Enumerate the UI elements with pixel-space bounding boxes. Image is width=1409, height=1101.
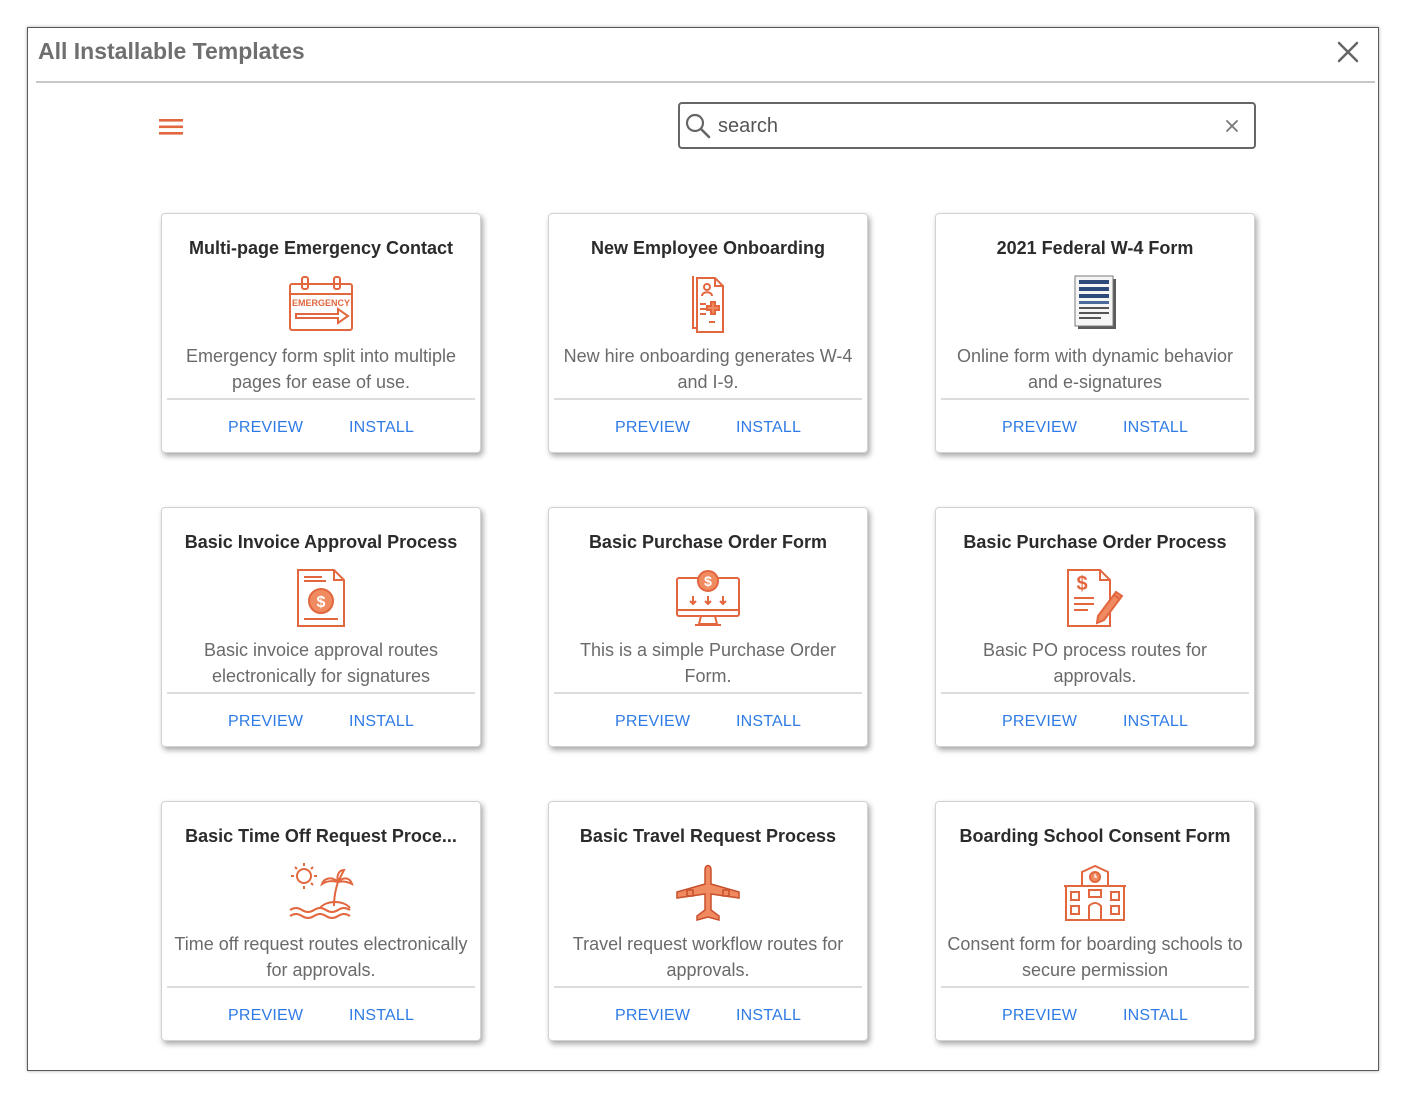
- preview-button[interactable]: PREVIEW: [228, 1007, 303, 1025]
- preview-button[interactable]: PREVIEW: [1002, 419, 1077, 437]
- card-actions: PREVIEW INSTALL: [162, 419, 480, 439]
- purchase-monitor-icon: $: [675, 568, 741, 628]
- dialog-header: All Installable Templates: [36, 28, 1375, 83]
- install-button[interactable]: INSTALL: [349, 1007, 414, 1025]
- search-icon: [684, 112, 712, 145]
- card-description: Online form with dynamic behavior and e-…: [956, 346, 1234, 392]
- template-card: Basic Purchase Order Form $ This is a si…: [548, 507, 868, 747]
- card-title: New Employee Onboarding: [590, 238, 826, 258]
- preview-button[interactable]: PREVIEW: [228, 419, 303, 437]
- card-description: New hire onboarding generates W-4 and I-…: [563, 346, 853, 392]
- card-actions: PREVIEW INSTALL: [162, 1007, 480, 1027]
- card-actions: PREVIEW INSTALL: [549, 1007, 867, 1027]
- card-actions: PREVIEW INSTALL: [162, 713, 480, 733]
- card-description: Basic PO process routes for approvals.: [982, 640, 1208, 686]
- invoice-icon: $: [288, 568, 354, 628]
- install-button[interactable]: INSTALL: [1123, 419, 1188, 437]
- card-description: Basic invoice approval routes electronic…: [203, 640, 439, 686]
- preview-button[interactable]: PREVIEW: [615, 419, 690, 437]
- school-building-icon: [1062, 862, 1128, 922]
- hamburger-menu-icon[interactable]: [157, 116, 185, 138]
- card-title: Basic Purchase Order Process: [963, 532, 1227, 552]
- card-actions: PREVIEW INSTALL: [549, 419, 867, 439]
- card-divider: [554, 692, 862, 694]
- onboarding-document-icon: [675, 274, 741, 334]
- card-divider: [554, 986, 862, 988]
- template-card: Basic Time Off Request Proce... Time off…: [161, 801, 481, 1041]
- close-icon[interactable]: [1335, 39, 1361, 65]
- card-description: This is a simple Purchase Order Form.: [579, 640, 837, 686]
- clear-icon[interactable]: [1224, 118, 1240, 134]
- template-card: Multi-page Emergency Contact EMERGENCY E…: [161, 213, 481, 453]
- emergency-calendar-icon: EMERGENCY: [288, 274, 354, 334]
- card-description: Consent form for boarding schools to sec…: [947, 934, 1243, 980]
- preview-button[interactable]: PREVIEW: [228, 713, 303, 731]
- template-card: Basic Travel Request Process Travel requ…: [548, 801, 868, 1041]
- preview-button[interactable]: PREVIEW: [1002, 713, 1077, 731]
- card-title: Boarding School Consent Form: [959, 826, 1231, 846]
- search-input[interactable]: [716, 110, 1210, 142]
- card-title: Multi-page Emergency Contact: [188, 238, 454, 258]
- card-actions: PREVIEW INSTALL: [549, 713, 867, 733]
- card-divider: [167, 398, 475, 400]
- install-button[interactable]: INSTALL: [736, 419, 801, 437]
- dialog-title: All Installable Templates: [38, 38, 305, 64]
- card-actions: PREVIEW INSTALL: [936, 419, 1254, 439]
- w4-document-icon: [1062, 274, 1128, 334]
- svg-text:$: $: [1076, 573, 1087, 595]
- card-divider: [941, 398, 1249, 400]
- card-title: Basic Travel Request Process: [579, 826, 837, 846]
- card-actions: PREVIEW INSTALL: [936, 1007, 1254, 1027]
- template-card: Basic Purchase Order Process $ Basic PO …: [935, 507, 1255, 747]
- install-button[interactable]: INSTALL: [736, 713, 801, 731]
- card-title: Basic Invoice Approval Process: [184, 532, 458, 552]
- install-button[interactable]: INSTALL: [1123, 1007, 1188, 1025]
- svg-text:$: $: [317, 594, 326, 611]
- install-button[interactable]: INSTALL: [736, 1007, 801, 1025]
- card-divider: [167, 986, 475, 988]
- island-sun-icon: [288, 862, 354, 922]
- search-box: [678, 102, 1256, 149]
- card-divider: [941, 986, 1249, 988]
- template-grid: Multi-page Emergency Contact EMERGENCY E…: [161, 213, 1255, 1041]
- card-description: Travel request workflow routes for appro…: [572, 934, 844, 980]
- template-card: Boarding School Consent Form Consent for…: [935, 801, 1255, 1041]
- install-button[interactable]: INSTALL: [1123, 713, 1188, 731]
- svg-text:EMERGENCY: EMERGENCY: [292, 298, 350, 308]
- svg-text:$: $: [704, 573, 712, 589]
- preview-button[interactable]: PREVIEW: [615, 1007, 690, 1025]
- install-button[interactable]: INSTALL: [349, 713, 414, 731]
- purchase-order-pen-icon: $: [1062, 568, 1128, 628]
- preview-button[interactable]: PREVIEW: [615, 713, 690, 731]
- card-divider: [167, 692, 475, 694]
- card-divider: [554, 398, 862, 400]
- card-title: Basic Purchase Order Form: [588, 532, 828, 552]
- template-card: 2021 Federal W-4 Form Online form with d…: [935, 213, 1255, 453]
- card-description: Emergency form split into multiple pages…: [185, 346, 457, 392]
- templates-dialog: All Installable Templates Multi-page Eme…: [27, 27, 1379, 1071]
- template-card: New Employee Onboarding New hire onboard…: [548, 213, 868, 453]
- card-divider: [941, 692, 1249, 694]
- card-actions: PREVIEW INSTALL: [936, 713, 1254, 733]
- install-button[interactable]: INSTALL: [349, 419, 414, 437]
- airplane-icon: [675, 862, 741, 922]
- preview-button[interactable]: PREVIEW: [1002, 1007, 1077, 1025]
- card-title: 2021 Federal W-4 Form: [996, 238, 1194, 258]
- card-description: Time off request routes electronically f…: [174, 934, 468, 980]
- card-title: Basic Time Off Request Proce...: [185, 826, 457, 846]
- template-card: Basic Invoice Approval Process $ Basic i…: [161, 507, 481, 747]
